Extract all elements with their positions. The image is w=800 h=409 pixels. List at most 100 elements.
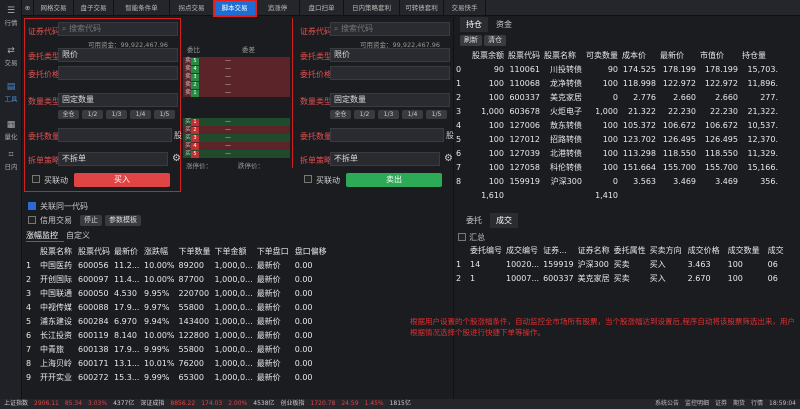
monitor-row[interactable]: 3 中国联通 600050 4.530 9.95% 220700 1,000,0... 最新价… bbox=[24, 286, 329, 300]
holdings-row[interactable]: 6 100 127039 北港转债 100 113.298 118.550 118.550 11… bbox=[454, 146, 780, 160]
fraction-button[interactable]: 1/3 bbox=[378, 110, 399, 119]
holdings-tab-0[interactable]: 持仓 bbox=[460, 17, 488, 32]
monitor-row[interactable]: 2 开创国际 600097 11.4... 10.00% 87700 1,000,0... 最… bbox=[24, 272, 329, 286]
monitor-row[interactable]: 7 中青旅 600138 17.9... 9.99% 55800 1,000,0... 最新价… bbox=[24, 342, 329, 356]
home-icon[interactable]: ⊕ bbox=[22, 0, 34, 16]
sidebar-item-3[interactable]: ▦ 量化 bbox=[0, 118, 22, 144]
fraction-button[interactable]: 1/5 bbox=[426, 110, 447, 119]
monitor-tab-1[interactable]: 自定义 bbox=[66, 230, 104, 242]
tab-1[interactable]: 盘子交易 bbox=[74, 0, 114, 16]
entrust-tab-1[interactable]: 成交 bbox=[490, 213, 518, 228]
holdings-row[interactable]: 4 100 127006 敖东转债 100 105.372 106.672 106.672 10… bbox=[454, 118, 780, 132]
fraction-button[interactable]: 1/3 bbox=[106, 110, 127, 119]
qty-type-select[interactable]: 固定数量 bbox=[330, 93, 450, 107]
holdings-column-header: 股票代码 bbox=[508, 50, 540, 60]
sidebar-item-0[interactable]: ☰ 行情 bbox=[0, 4, 22, 30]
monitor-cell: 600088 bbox=[78, 302, 109, 312]
fraction-button[interactable]: 1/2 bbox=[82, 110, 103, 119]
holdings-row[interactable]: 7 100 127058 科伦转债 100 151.664 155.700 155.700 15… bbox=[454, 160, 780, 174]
credit-trade-checkbox[interactable] bbox=[28, 216, 36, 224]
holdings-row[interactable]: 2 100 600337 美克家居 0 2.776 2.660 2.660 277. bbox=[454, 90, 780, 104]
code-search-input[interactable]: ⌕ 搜索代码 bbox=[58, 22, 178, 36]
trade-column-header: 成交 bbox=[767, 245, 784, 255]
monitor-cell: 0.00 bbox=[294, 358, 313, 368]
sidebar-item-2[interactable]: ▤ 工具 bbox=[0, 80, 22, 106]
tab-3[interactable]: 拐点交易 bbox=[170, 0, 214, 16]
holdings-cell: 123.702 bbox=[622, 134, 656, 144]
sell-level-row: 卖 1— bbox=[183, 89, 290, 97]
status-right-item[interactable]: 证券 bbox=[715, 399, 727, 409]
params-template-button[interactable]: 参数模板 bbox=[105, 215, 141, 226]
buy-level-tag: 5 bbox=[191, 151, 200, 158]
sell-level-row: 卖 5— bbox=[183, 57, 290, 65]
fraction-button[interactable]: 1/4 bbox=[402, 110, 423, 119]
holdings-action-button[interactable]: 清仓 bbox=[484, 35, 506, 46]
tab-7[interactable]: 日内策略套利 bbox=[344, 0, 400, 16]
holdings-total-cell bbox=[542, 188, 584, 202]
fraction-button[interactable]: 1/5 bbox=[154, 110, 175, 119]
stop-button[interactable]: 停止 bbox=[80, 215, 102, 226]
qty-input[interactable] bbox=[58, 128, 172, 142]
linkage-checkbox[interactable] bbox=[32, 175, 40, 183]
monitor-row[interactable]: 1 中国医药 600056 11.2... 10.00% 89200 1,000,0... 最… bbox=[24, 258, 329, 272]
holdings-cell: 118.550 bbox=[662, 148, 696, 158]
settings-gear-icon[interactable]: ⚙ bbox=[444, 153, 453, 164]
fraction-button[interactable]: 全仓 bbox=[58, 110, 79, 119]
status-right-item[interactable]: 系统公告 bbox=[655, 399, 679, 409]
code-search-input[interactable]: ⌕ 搜索代码 bbox=[330, 22, 450, 36]
holdings-cell: 127012 bbox=[509, 134, 540, 144]
entrust-type-select[interactable]: 限价 bbox=[58, 48, 178, 62]
monitor-row[interactable]: 4 中视传媒 600088 17.9... 9.97% 55800 1,000,0... 最新… bbox=[24, 300, 329, 314]
price-dash: — bbox=[225, 150, 232, 157]
holdings-cell: 4 bbox=[456, 120, 462, 130]
tab-0[interactable]: 网格交易 bbox=[34, 0, 74, 16]
sell-button[interactable]: 卖出 bbox=[346, 173, 442, 187]
tab-2[interactable]: 智能条件单 bbox=[114, 0, 170, 16]
qty-input[interactable] bbox=[330, 128, 444, 142]
tab-4[interactable]: 脚本交易 bbox=[213, 0, 257, 17]
holdings-action-button[interactable]: 刷新 bbox=[460, 35, 482, 46]
summary-checkbox[interactable] bbox=[458, 233, 466, 241]
holdings-total-cell bbox=[454, 188, 470, 202]
fraction-button[interactable]: 全仓 bbox=[330, 110, 351, 119]
qty-type-select[interactable]: 固定数量 bbox=[58, 93, 178, 107]
status-right-item[interactable]: 期货 bbox=[733, 399, 745, 409]
monitor-row[interactable]: 5 浦东建设 600284 6.970 9.94% 143400 1,000,0... 最新价… bbox=[24, 314, 329, 328]
buy-button[interactable]: 买入 bbox=[74, 173, 170, 187]
holdings-column-header: 股票余额 bbox=[472, 50, 504, 60]
entrust-type-select[interactable]: 限价 bbox=[330, 48, 450, 62]
price-input[interactable] bbox=[330, 66, 450, 80]
monitor-row[interactable]: 9 开开实业 600272 15.3... 9.99% 65300 1,000,0... 最新… bbox=[24, 370, 329, 384]
status-right-item[interactable]: 监控明细 bbox=[685, 399, 709, 409]
holdings-tab-1[interactable]: 资金 bbox=[490, 17, 518, 32]
monitor-tab-0[interactable]: 涨幅监控 bbox=[26, 230, 64, 242]
fraction-button[interactable]: 1/2 bbox=[354, 110, 375, 119]
tab-8[interactable]: 可转债套利 bbox=[400, 0, 444, 16]
monitor-row[interactable]: 8 上海贝岭 600171 13.1... 10.01% 76200 1,000,0... 最… bbox=[24, 356, 329, 370]
tab-9[interactable]: 交易快手 bbox=[444, 0, 486, 16]
status-index-value: 3.03% bbox=[88, 400, 108, 407]
monitor-cell: 长江投资 bbox=[40, 330, 72, 340]
linkage-code-checkbox[interactable] bbox=[28, 202, 36, 210]
tab-6[interactable]: 盘口扫单 bbox=[300, 0, 344, 16]
split-strategy-select[interactable]: 不拆单 bbox=[58, 152, 168, 166]
tab-5[interactable]: 追涨停 bbox=[256, 0, 300, 16]
linkage-checkbox[interactable] bbox=[304, 175, 312, 183]
monitor-cell: 3 bbox=[26, 288, 32, 298]
split-strategy-select[interactable]: 不拆单 bbox=[330, 152, 440, 166]
fraction-button[interactable]: 1/4 bbox=[130, 110, 151, 119]
settings-gear-icon[interactable]: ⚙ bbox=[172, 153, 181, 164]
holdings-row[interactable]: 5 100 127012 招路转债 100 123.702 126.495 126.495 12… bbox=[454, 132, 780, 146]
holdings-row[interactable]: 8 100 159919 沪深300 0 3.563 3.469 3.469 356. bbox=[454, 174, 780, 188]
sidebar-item-1[interactable]: ⇄ 交易 bbox=[0, 44, 22, 70]
trade-row[interactable]: 2 1 10007... 600337 美克家居 买卖 买入 2.670 100 06 bbox=[454, 271, 786, 285]
sidebar-item-4[interactable]: ⌗ 日内 bbox=[0, 148, 22, 174]
holdings-row[interactable]: 0 90 110061 川投转债 90 174.525 178.199 178.199 15,7… bbox=[454, 62, 780, 76]
holdings-row[interactable]: 1 100 110068 龙净转债 100 118.998 122.972 122.972 11… bbox=[454, 76, 780, 90]
monitor-row[interactable]: 6 长江投资 600119 8.140 10.00% 122800 1,000,0... 最新… bbox=[24, 328, 329, 342]
entrust-tab-0[interactable]: 委托 bbox=[460, 213, 488, 228]
status-right-item[interactable]: 行情 bbox=[751, 399, 763, 409]
holdings-row[interactable]: 3 1,000 603678 火炬电子 1,000 21.322 22.230 22.230 2… bbox=[454, 104, 780, 118]
trade-row[interactable]: 1 14 10020... 159919 沪深300 买卖 买入 3.463 100 06 bbox=[454, 257, 786, 271]
price-input[interactable] bbox=[58, 66, 178, 80]
